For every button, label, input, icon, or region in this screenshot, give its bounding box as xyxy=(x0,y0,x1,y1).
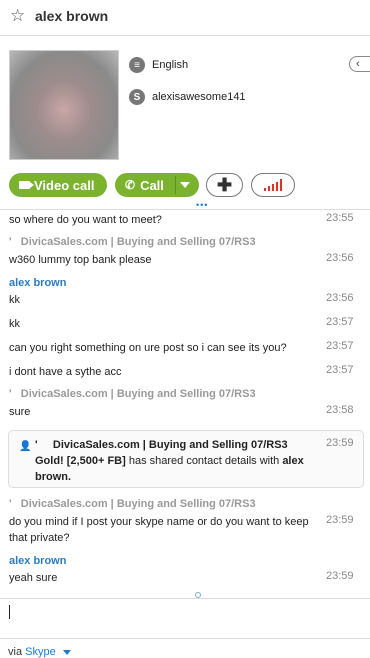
message-sender: ' DivicaSales.com | Buying and Selling 0… xyxy=(9,236,256,248)
collapse-profile-button[interactable]: ‹ xyxy=(349,56,370,72)
message-sender: alex brown xyxy=(9,277,67,289)
divider xyxy=(0,209,370,210)
message-text: so where do you want to meet? xyxy=(9,214,162,226)
divider xyxy=(0,638,370,639)
skype-name-row: S alexisawesome141 xyxy=(129,89,246,105)
divider xyxy=(0,35,370,36)
message-text: do you mind if I post your skype name or… xyxy=(9,516,309,544)
skype-icon: S xyxy=(129,89,145,105)
service-link[interactable]: Skype xyxy=(25,646,56,658)
signal-bars-icon xyxy=(264,179,282,191)
message-time: 23:55 xyxy=(326,212,354,224)
message-text: sure xyxy=(9,406,31,418)
favorite-star-icon[interactable]: ☆ xyxy=(10,6,25,26)
send-via-selector[interactable]: via Skype xyxy=(8,646,71,658)
message-text: kk xyxy=(9,318,20,330)
video-call-button[interactable]: Video call xyxy=(9,173,107,197)
title-bar: ☆ alex brown xyxy=(0,0,370,34)
message-time: 23:59 xyxy=(326,514,354,526)
chevron-down-icon[interactable] xyxy=(62,649,71,655)
message-text: can you right something on ure post so i… xyxy=(9,342,287,354)
message-time: 23:57 xyxy=(326,340,354,352)
text-cursor xyxy=(9,605,10,619)
message-time: 23:58 xyxy=(326,404,354,416)
divider xyxy=(175,176,176,194)
message-sender: alex brown xyxy=(9,555,67,567)
message-time: 23:57 xyxy=(326,364,354,376)
language-row: ≡ English xyxy=(129,57,188,73)
video-camera-icon xyxy=(19,181,34,189)
video-call-label: Video call xyxy=(34,177,95,193)
via-label: via xyxy=(8,646,23,658)
add-button[interactable]: ✚ xyxy=(206,173,243,197)
contact-name: alex brown xyxy=(35,8,109,24)
language-value: English xyxy=(152,59,189,71)
shared-contact-text: ' DivicaSales.com | Buying and Selling 0… xyxy=(35,439,304,483)
message-time: 23:56 xyxy=(326,252,354,264)
chevron-down-icon[interactable] xyxy=(180,182,190,188)
shared-contact-card[interactable]: 👤 ' DivicaSales.com | Buying and Selling… xyxy=(8,430,364,488)
call-button[interactable]: ✆ Call xyxy=(115,173,199,197)
language-icon: ≡ xyxy=(129,57,145,73)
message-sender: ' DivicaSales.com | Buying and Selling 0… xyxy=(9,498,256,510)
message-text: yeah sure xyxy=(9,572,58,584)
plus-icon: ✚ xyxy=(216,174,233,195)
message-text: i dont have a sythe acc xyxy=(9,366,122,378)
call-label: Call xyxy=(140,177,164,193)
person-icon: 👤 xyxy=(19,441,32,452)
message-time: 23:56 xyxy=(326,292,354,304)
message-time: 23:57 xyxy=(326,316,354,328)
phone-icon: ✆ xyxy=(125,178,136,192)
message-sender: ' DivicaSales.com | Buying and Selling 0… xyxy=(9,388,256,400)
message-time: 23:59 xyxy=(326,570,354,582)
message-time: 23:59 xyxy=(326,437,354,449)
message-input[interactable] xyxy=(0,599,370,638)
avatar xyxy=(9,50,119,160)
message-text: kk xyxy=(9,294,20,306)
message-text: w360 lummy top bank please xyxy=(9,254,152,266)
skype-name-value: alexisawesome141 xyxy=(152,91,246,103)
call-quality-button[interactable] xyxy=(251,173,295,197)
